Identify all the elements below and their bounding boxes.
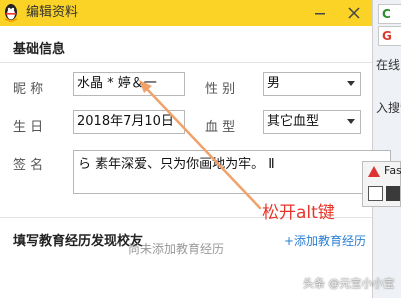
gender-label: 性 别 xyxy=(205,82,236,97)
chevron-down-icon xyxy=(347,119,355,124)
background-browser-window: C G 在线 入搜索 xyxy=(372,0,401,298)
title-bar: 编辑资料 xyxy=(0,0,380,26)
education-heading: 填写教育经历发现校友 xyxy=(13,234,144,249)
signature-label: 签 名 xyxy=(13,158,44,173)
gender-value: 男 xyxy=(267,76,281,91)
blood-type-label: 血 型 xyxy=(205,120,236,135)
window-title: 编辑资料 xyxy=(26,5,79,20)
background-text: 入搜索 xyxy=(376,101,401,115)
blood-type-value: 其它血型 xyxy=(267,114,320,129)
minimize-button[interactable] xyxy=(309,3,331,23)
gender-select[interactable]: 男 xyxy=(263,72,361,96)
blood-type-select[interactable]: 其它血型 xyxy=(263,110,361,134)
edit-profile-dialog: 编辑资料 基础信息 昵 称 水晶 * 婷＆一 性 别 男 生 日 2018年7月… xyxy=(0,0,380,298)
basic-info-heading: 基础信息 xyxy=(13,42,66,57)
chevron-down-icon xyxy=(347,81,355,86)
app-icon[interactable] xyxy=(386,186,400,201)
add-education-link[interactable]: +添加教育经历 xyxy=(284,232,366,249)
folder-icon[interactable] xyxy=(368,186,383,201)
no-education-text: 尚未添加教育经历 xyxy=(128,242,225,256)
nickname-label: 昵 称 xyxy=(13,82,44,97)
nickname-input[interactable]: 水晶 * 婷＆一 xyxy=(73,72,185,96)
watermark: 头条 @元宝小小宝 xyxy=(303,277,395,290)
divider xyxy=(0,62,380,63)
red-app-icon xyxy=(368,166,380,177)
popup-label: Fas xyxy=(384,164,401,177)
close-button[interactable] xyxy=(343,3,365,23)
taskbar-popup[interactable]: Fas xyxy=(362,161,401,207)
annotation-text: 松开alt键 xyxy=(262,203,335,223)
background-text: 在线 xyxy=(376,58,401,72)
birthday-label: 生 日 xyxy=(13,120,44,135)
background-tab[interactable]: G xyxy=(378,26,401,46)
qq-penguin-icon xyxy=(4,4,18,22)
birthday-input[interactable]: 2018年7月10日 xyxy=(73,110,185,134)
background-tab[interactable]: C xyxy=(378,4,401,24)
signature-input[interactable]: ら 素年深爱、只为你画地为牢。 Ⅱ xyxy=(73,150,391,194)
